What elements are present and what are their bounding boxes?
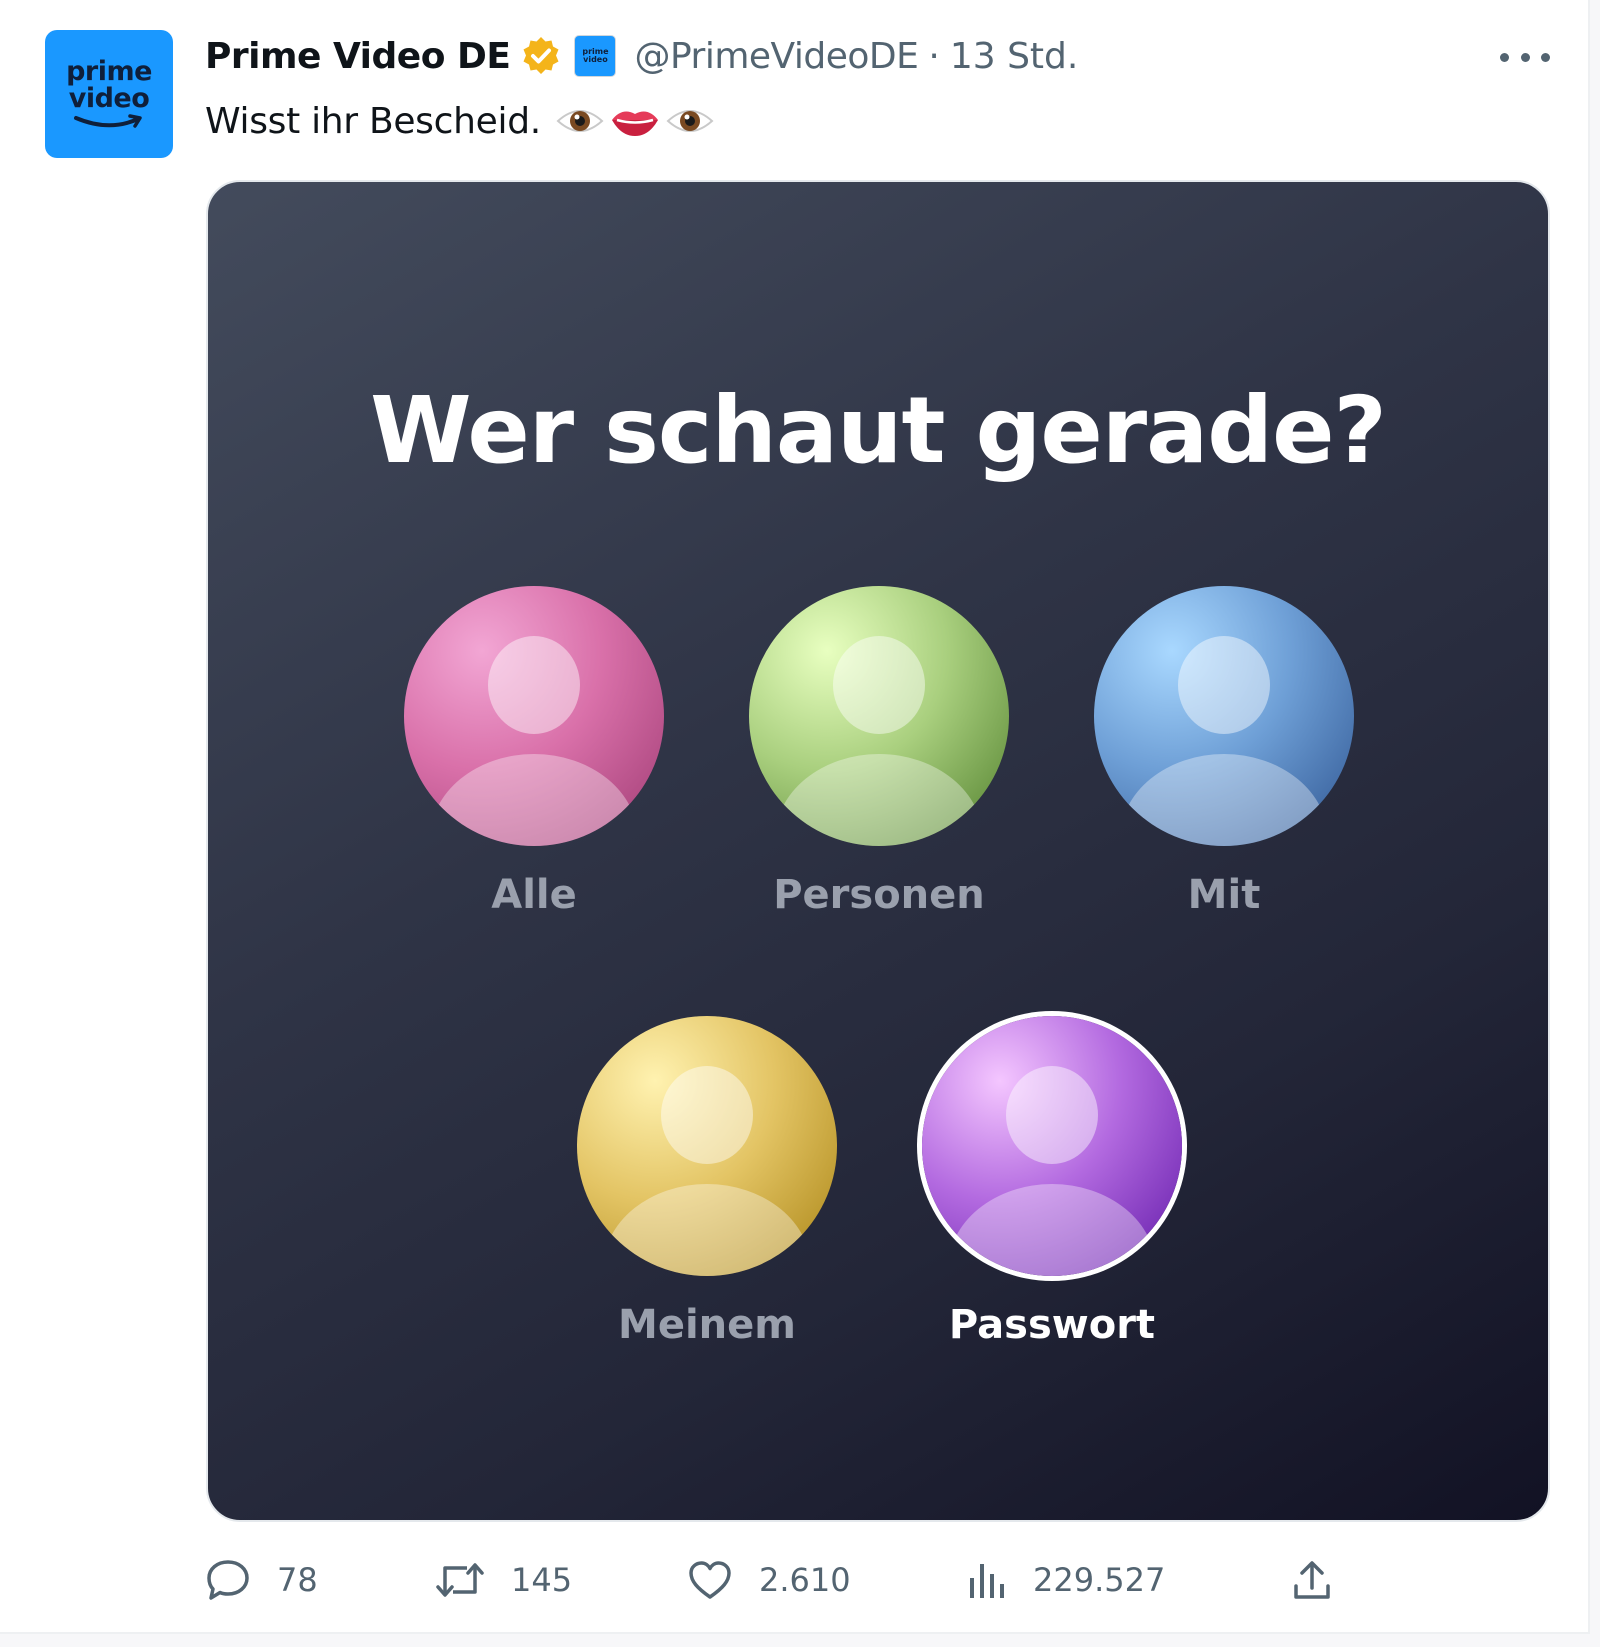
- profile-head-shape: [1178, 636, 1270, 734]
- views-button[interactable]: 229.527: [967, 1555, 1165, 1605]
- share-button[interactable]: [1290, 1555, 1334, 1605]
- like-count: 2.610: [759, 1561, 851, 1599]
- reply-button[interactable]: 78: [205, 1555, 318, 1605]
- profile-body-shape: [603, 1184, 811, 1276]
- eye-emoji: [556, 110, 604, 132]
- view-count: 229.527: [1033, 1561, 1166, 1599]
- repost-icon: [436, 1563, 484, 1597]
- profile-label: Mit: [1187, 872, 1261, 918]
- tweet-text-content: Wisst ihr Bescheid.: [205, 100, 541, 142]
- share-icon: [1294, 1561, 1330, 1599]
- affiliate-badge-icon[interactable]: prime video: [574, 35, 617, 77]
- profile-body-shape: [430, 754, 638, 846]
- display-name[interactable]: Prime Video DE: [205, 36, 511, 77]
- views-icon: [970, 1564, 1004, 1598]
- profile-avatar-personen: [749, 586, 1009, 846]
- repost-count: 145: [511, 1561, 573, 1599]
- profile-head-shape: [661, 1066, 753, 1164]
- tweet: prime video Prime Video DE prime video @…: [0, 0, 1590, 1634]
- separator-dot: ·: [928, 35, 940, 77]
- profile-body-shape: [775, 754, 983, 846]
- profile-head-shape: [1006, 1066, 1098, 1164]
- profile-head-shape: [833, 636, 925, 734]
- smile-arrow-icon: [74, 114, 142, 128]
- media-title: Wer schaut gerade?: [370, 377, 1387, 484]
- more-dot: [1500, 52, 1509, 62]
- timestamp[interactable]: 13 Std.: [950, 36, 1079, 77]
- profile-label: Personen: [773, 872, 985, 918]
- tweet-header: Prime Video DE prime video @PrimeVideoDE…: [205, 30, 1078, 82]
- more-dot: [1520, 52, 1530, 62]
- profile-avatar-passwort: [922, 1016, 1182, 1276]
- action-bar: 78 145 2.610 229.527: [205, 1555, 1565, 1605]
- profile-label: Meinem: [618, 1302, 796, 1348]
- heart-icon: [689, 1561, 731, 1599]
- verified-badge-icon[interactable]: [520, 35, 562, 77]
- handle[interactable]: @PrimeVideoDE: [634, 36, 918, 77]
- reply-icon: [207, 1560, 249, 1600]
- profile-label: Alle: [491, 872, 577, 918]
- profile-avatar-meinem: [577, 1016, 837, 1276]
- like-button[interactable]: 2.610: [687, 1555, 851, 1605]
- profile-label: Passwort: [948, 1302, 1156, 1348]
- profile-body-shape: [1120, 754, 1328, 846]
- emoji-row: [555, 103, 715, 139]
- avatar[interactable]: prime video: [45, 30, 173, 158]
- more-options-icon[interactable]: [1500, 42, 1550, 72]
- profile-avatar-mit: [1094, 586, 1354, 846]
- profile-head-shape: [488, 636, 580, 734]
- tweet-text: Wisst ihr Bescheid.: [205, 95, 715, 147]
- profile-avatar-alle: [404, 586, 664, 846]
- avatar-text-line2: video: [68, 83, 150, 114]
- lips-emoji: [611, 111, 658, 136]
- profile-body-shape: [948, 1184, 1156, 1276]
- eye-emoji: [666, 110, 714, 132]
- avatar-text-line1: prime: [66, 56, 152, 87]
- repost-button[interactable]: 145: [435, 1555, 572, 1605]
- media-image[interactable]: Wer schaut gerade? Alle Personen Mit Mei…: [206, 180, 1550, 1522]
- more-dot: [1541, 52, 1550, 62]
- affiliate-badge-line2: video: [583, 55, 608, 64]
- reply-count: 78: [277, 1561, 318, 1599]
